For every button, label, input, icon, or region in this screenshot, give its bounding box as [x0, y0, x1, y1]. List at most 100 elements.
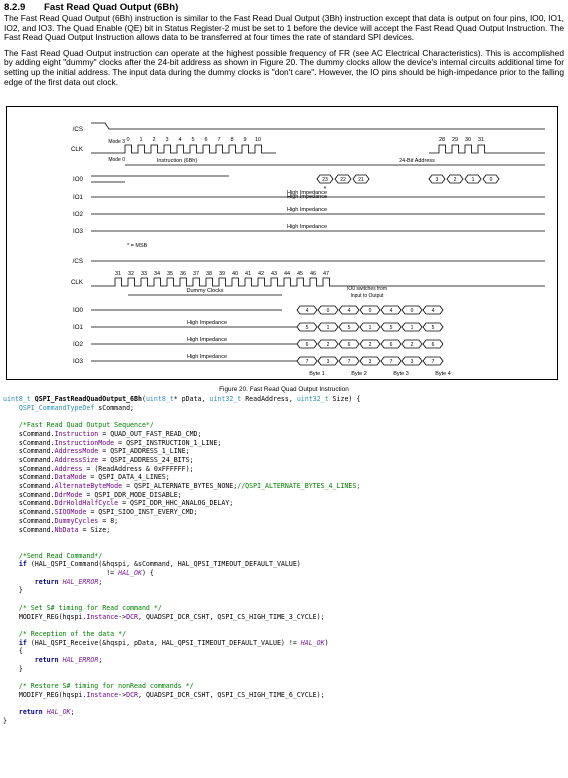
io-switch-label: Input to Output — [350, 293, 384, 299]
code-token: sCommand. — [3, 499, 55, 508]
clock-number: 9 — [243, 137, 246, 143]
data-bit: 3 — [327, 359, 330, 365]
clk-waveform-top-end — [429, 144, 545, 154]
byte-label: Byte 1 — [309, 371, 325, 377]
code-token: HAL_ERROR — [62, 656, 99, 665]
code-token: return — [18, 708, 43, 717]
code-token: sCommand; — [98, 403, 135, 412]
code-token: sCommand. — [3, 429, 55, 438]
code-token: //QSPI_ALTERNATE_BYTES_4_LINES; — [237, 482, 361, 491]
clock-number: 10 — [255, 137, 261, 143]
code-token: return — [34, 656, 59, 665]
code-token: = QSPI_DATA_4_LINES; — [90, 473, 170, 482]
signal-name: CLK — [71, 146, 84, 153]
code-token: if — [18, 560, 27, 569]
code-token: AddressMode — [54, 447, 99, 456]
code-token: (HAL_QSPI_Receive(&hqspi, pData, HAL_QPS… — [26, 638, 301, 647]
high-impedance-label: High Impedance — [187, 354, 227, 360]
code-token: AddressSize — [54, 455, 99, 464]
code-token: uint8_t — [3, 395, 35, 403]
address-bit: 1 — [472, 177, 475, 183]
address-bit: 21 — [358, 177, 364, 183]
clock-number: 30 — [465, 137, 471, 143]
address-bit: 22 — [340, 177, 346, 183]
code-token: (HAL_QSPI_Command(&hqspi, &sCommand, HAL… — [30, 560, 301, 569]
clock-number: 7 — [217, 137, 220, 143]
code-token: /*Send Read Command*/ — [18, 551, 103, 560]
io0-pre — [91, 175, 125, 183]
code-token: Instance — [86, 690, 119, 699]
data-bit: 0 — [327, 308, 330, 314]
clock-number: 45 — [297, 271, 303, 277]
data-bit: 6 — [348, 342, 351, 348]
data-bit: 5 — [432, 325, 435, 331]
code-token: HAL_OK — [46, 708, 71, 717]
data-bit: 5 — [390, 325, 393, 331]
data-bit: 6 — [390, 342, 393, 348]
msb-note: * = MSB — [127, 243, 148, 249]
clock-number: 44 — [284, 271, 290, 277]
data-bit: 1 — [411, 325, 414, 331]
clock-number: 31 — [115, 271, 121, 277]
code-token: SIOOMode — [54, 508, 87, 517]
code-token: HAL_ERROR — [62, 577, 99, 586]
byte-label: Byte 3 — [393, 371, 409, 377]
figure-caption: Figure 20. Fast Read Quad Output Instruc… — [219, 386, 349, 393]
clock-number: 47 — [323, 271, 329, 277]
code-token: QSPI_FastReadQuadOutput_6Bh — [34, 395, 142, 403]
high-impedance-label: High Impedance — [187, 337, 227, 343]
code-token: uint8_t — [145, 395, 174, 403]
section: 8.2.9 Fast Read Quad Output (6Bh) The Fas… — [4, 2, 564, 93]
clock-number: 43 — [271, 271, 277, 277]
clock-number: 38 — [206, 271, 212, 277]
code-token: { — [18, 647, 23, 656]
data-bit: 7 — [348, 359, 351, 365]
data-bit: 1 — [369, 325, 372, 331]
clock-number: 28 — [439, 137, 445, 143]
code-token: ) { — [141, 569, 154, 578]
code-listing: uint8_t QSPI_FastReadQuadOutput_6Bh(uint… — [3, 395, 565, 726]
code-token: } — [18, 586, 23, 595]
cs-line — [91, 122, 545, 130]
code-token: ReadAddress, — [241, 395, 297, 403]
clock-number: 32 — [128, 271, 134, 277]
code-token: != — [3, 569, 119, 578]
code-token: = QSPI_SIOO_INST_EVERY_CMD; — [90, 508, 198, 517]
code-token: = QSPI_DDR_MODE_DISABLE; — [86, 490, 182, 499]
code-token: ; — [98, 656, 103, 665]
data-bit: 7 — [306, 359, 309, 365]
code-token: sCommand. — [3, 447, 55, 456]
data-bit: 5 — [348, 325, 351, 331]
address-bit: 0 — [490, 177, 493, 183]
clock-number: 35 — [167, 271, 173, 277]
code-token: } — [3, 717, 7, 726]
code-token: sCommand. — [3, 490, 55, 499]
clock-number: 37 — [193, 271, 199, 277]
clock-number: 41 — [245, 271, 251, 277]
mode0-label: Mode 0 — [108, 157, 125, 163]
data-bit: 2 — [327, 342, 330, 348]
clock-number: 8 — [230, 137, 233, 143]
code-token: InstructionMode — [54, 438, 115, 447]
mode3-label: Mode 3 — [108, 139, 125, 145]
code-token: DummyCycles — [54, 516, 99, 525]
data-bit: 0 — [369, 308, 372, 314]
code-token: -> — [118, 612, 127, 621]
code-token: = 8; — [102, 516, 119, 525]
data-bit: 6 — [432, 342, 435, 348]
code-token: NbData — [54, 525, 79, 534]
code-token: = QSPI_INSTRUCTION_1_LINE; — [118, 438, 222, 447]
signal-name: IO3 — [73, 358, 84, 365]
code-token: if — [18, 638, 27, 647]
data-bit: 7 — [432, 359, 435, 365]
data-bit: 4 — [348, 308, 351, 314]
code-token: sCommand. — [3, 438, 55, 447]
code-token: Instruction — [54, 429, 99, 438]
code-token: } — [18, 664, 23, 673]
clock-number: 4 — [178, 137, 181, 143]
address-label: 24-Bit Address — [399, 158, 435, 164]
code-token: sCommand. — [3, 525, 55, 534]
